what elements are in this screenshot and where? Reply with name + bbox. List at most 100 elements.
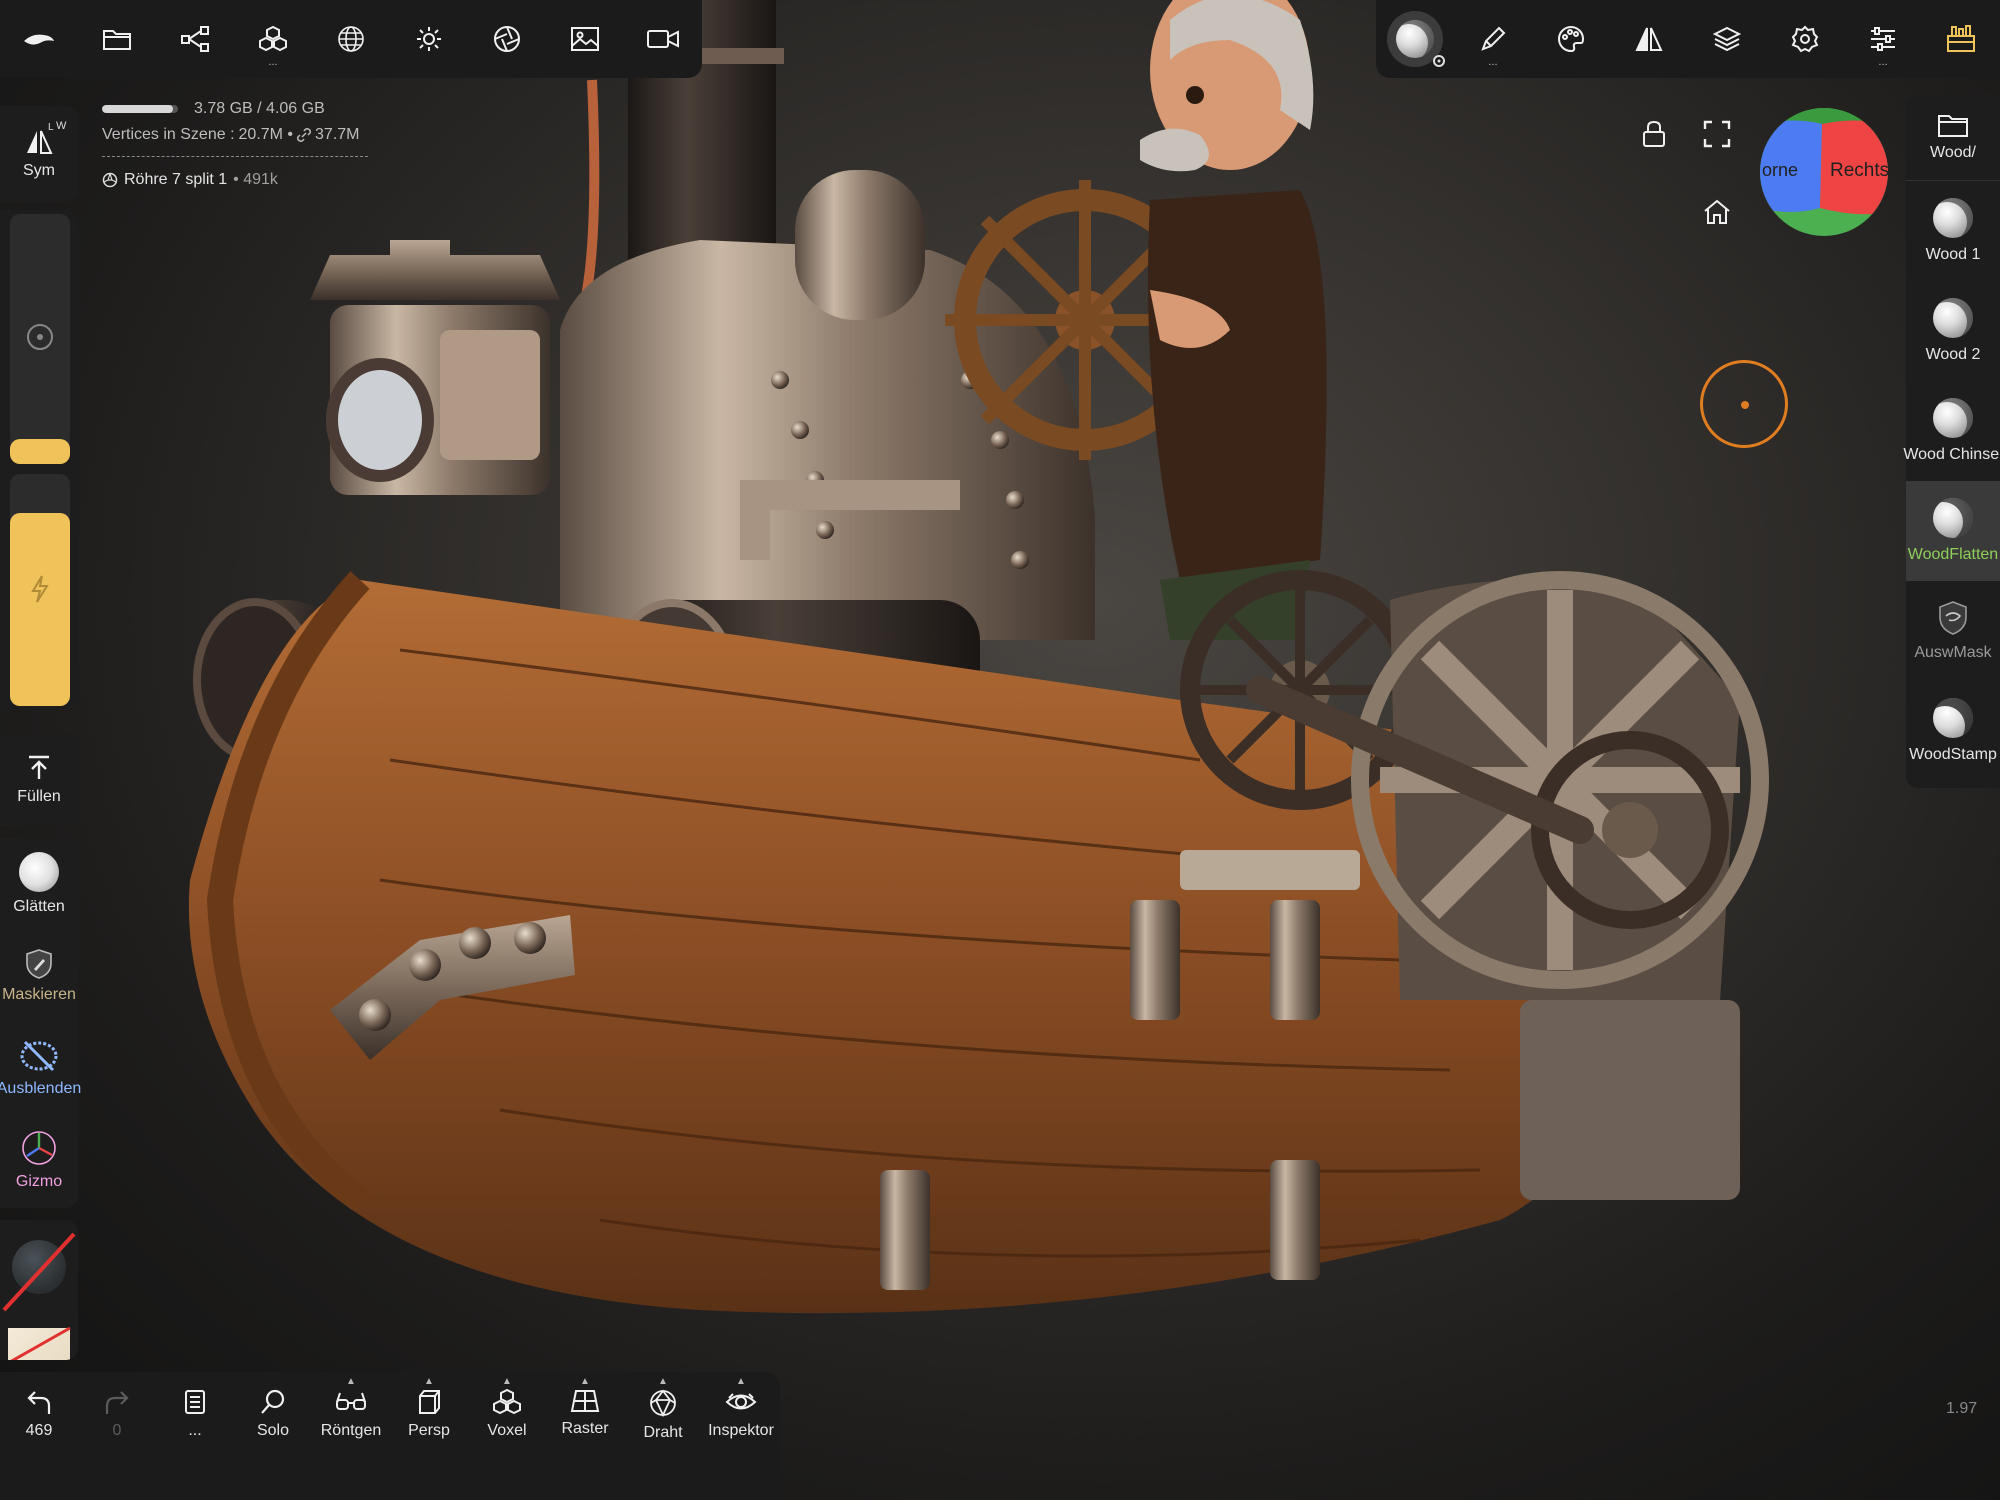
zoom-level: 1.97 (1946, 1400, 1978, 1417)
hide-label: Ausblenden (0, 1080, 82, 1097)
symmetry-icon[interactable] (1610, 0, 1688, 78)
redo-count: 0 (112, 1422, 122, 1439)
hide-tool[interactable]: Ausblenden (0, 1022, 82, 1114)
brush-wood-chinsel[interactable]: Wood Chinsel (1903, 381, 2000, 481)
perspective-button[interactable]: ▲ Persp (390, 1372, 468, 1500)
document-icon (185, 1390, 205, 1414)
sym-button[interactable]: Sym L W (0, 106, 78, 202)
undo-button[interactable]: 469 (0, 1372, 78, 1500)
inspector-label: Inspektor (708, 1422, 774, 1439)
fill-button[interactable]: Füllen (0, 734, 78, 826)
top-toolbar-right: ... ... (1376, 0, 2000, 78)
caret-up-icon: ▲ (736, 1376, 746, 1387)
inspector-button[interactable]: ▲ Inspektor (702, 1372, 780, 1500)
brush-wood-chinsel-label: Wood Chinsel (1903, 446, 2000, 463)
smooth-tool[interactable]: Glätten (0, 838, 78, 930)
brush-pen-icon[interactable]: ... (1454, 0, 1532, 78)
wood-1-ball-icon (1933, 198, 1973, 238)
grid-label: Raster (561, 1420, 609, 1437)
radius-slider-fill (10, 439, 70, 464)
layers-icon[interactable] (1688, 0, 1766, 78)
brush-auswmask-label: AuswMask (1914, 644, 1992, 661)
brush-woodstamp[interactable]: WoodStamp (1906, 681, 2000, 781)
lock-icon[interactable] (1634, 114, 1674, 154)
wireframe-sphere-icon (650, 1389, 676, 1418)
woodstamp-ball-icon (1933, 698, 1973, 738)
xray-label: Röntgen (320, 1422, 382, 1439)
settings-gear-icon[interactable] (1766, 0, 1844, 78)
xray-button[interactable]: ▲ Röntgen (312, 1372, 390, 1500)
brush-auswmask[interactable]: AuswMask (1906, 581, 2000, 681)
grid-button[interactable]: ▲ Raster (546, 1372, 624, 1500)
solo-button[interactable]: Solo (234, 1372, 312, 1500)
wireframe-button[interactable]: ▲ Draht (624, 1372, 702, 1500)
sliders-icon[interactable]: ... (1844, 0, 1922, 78)
brush-folder-button[interactable]: Wood/ (1906, 94, 2000, 180)
app-logo-icon[interactable] (0, 0, 78, 78)
undo-icon (27, 1391, 51, 1414)
disabled-slash-icon (2, 1232, 76, 1312)
object-sphere-icon (102, 172, 118, 188)
stats-divider (102, 156, 368, 157)
folder-icon (1938, 115, 1968, 137)
caret-up-icon: ▲ (580, 1376, 590, 1387)
video-camera-icon[interactable] (624, 0, 702, 78)
gizmo-axes-icon (22, 1131, 56, 1165)
radius-slider[interactable] (10, 214, 70, 464)
vertices-value: 20.7M • (238, 126, 294, 143)
brush-sliders (0, 210, 78, 710)
home-icon[interactable] (1697, 192, 1737, 232)
intensity-slider[interactable] (10, 474, 70, 706)
shield-mask-icon (1939, 601, 1967, 635)
gear-small-icon (1433, 55, 1445, 67)
paddle-wheel (1351, 571, 1769, 989)
caret-up-icon: ▲ (502, 1376, 512, 1387)
color-slash-icon (10, 1326, 71, 1360)
eye-icon (725, 1393, 757, 1410)
gizmo-label: Gizmo (15, 1173, 63, 1190)
object-name: Röhre 7 split 1 (124, 171, 228, 188)
topology-sphere-icon[interactable] (312, 0, 390, 78)
more-label: ... (188, 1422, 202, 1439)
sym-badge-w: W (56, 120, 67, 132)
top-toolbar-left: ... (0, 0, 702, 78)
brush-wood-1[interactable]: Wood 1 (1906, 181, 2000, 281)
folder-icon[interactable] (78, 0, 156, 78)
brush-wood-2[interactable]: Wood 2 (1906, 281, 2000, 381)
history-button[interactable]: ... (156, 1372, 234, 1500)
brush-woodstamp-label: WoodStamp (1909, 746, 1997, 763)
mask-label: Maskieren (2, 986, 76, 1003)
wireframe-label: Draht (643, 1424, 683, 1441)
multires-cubes-icon[interactable]: ... (234, 0, 312, 78)
fill-upload-icon (29, 755, 49, 779)
navigation-cube[interactable]: orne Rechts (1760, 108, 1888, 236)
grid-icon (570, 1390, 600, 1412)
vertices-label: Vertices in Szene : (102, 126, 235, 143)
hide-eye-icon (20, 1040, 58, 1072)
sun-light-icon[interactable] (390, 0, 468, 78)
wood-2-ball-icon (1933, 298, 1973, 338)
brush-woodflatten[interactable]: WoodFlatten (1906, 481, 2000, 581)
material-preview-button[interactable] (1376, 0, 1454, 78)
brush-folder-label: Wood/ (1930, 144, 1976, 161)
aperture-camera-icon[interactable] (468, 0, 546, 78)
palette-icon[interactable] (1532, 0, 1610, 78)
linked-vertices-value: 37.7M (315, 126, 360, 143)
voxel-button[interactable]: ▲ Voxel (468, 1372, 546, 1500)
mask-tool[interactable]: Maskieren (0, 930, 78, 1022)
radius-target-icon (27, 324, 53, 350)
fullscreen-icon[interactable] (1697, 114, 1737, 154)
redo-button[interactable]: 0 (78, 1372, 156, 1500)
intensity-slider-fill (10, 513, 70, 706)
selected-object[interactable]: Röhre 7 split 1 • 491k (102, 171, 368, 189)
gizmo-tool[interactable]: Gizmo (0, 1114, 78, 1206)
lightning-icon (31, 575, 49, 603)
caret-up-icon: ▲ (658, 1376, 668, 1387)
woodflatten-ball-icon (1933, 498, 1973, 538)
scene-graph-icon[interactable] (156, 0, 234, 78)
image-icon[interactable] (546, 0, 624, 78)
memory-bar (102, 105, 178, 113)
toolbox-icon[interactable] (1922, 0, 2000, 78)
xray-glasses-icon (336, 1392, 366, 1410)
wood-chinsel-ball-icon (1933, 398, 1973, 438)
